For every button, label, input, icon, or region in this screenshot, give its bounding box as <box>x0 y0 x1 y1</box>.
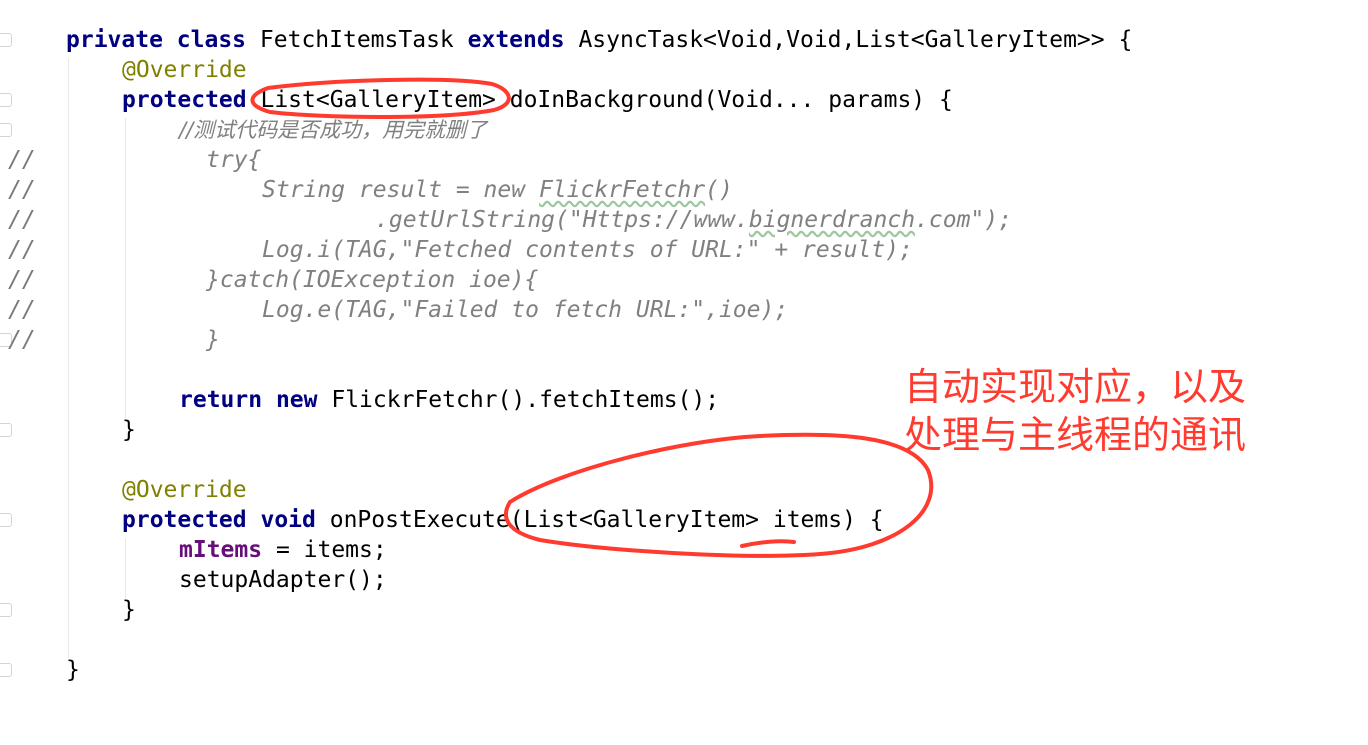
annotation: @Override <box>122 57 247 83</box>
commented-code: }catch(IOException ioe){ <box>206 267 539 293</box>
line-comment-marker: // <box>8 207 36 233</box>
annotation: @Override <box>122 477 247 503</box>
closing-brace: } <box>122 417 136 443</box>
keyword: return <box>179 387 263 413</box>
indent-guide <box>125 538 126 598</box>
code-text: setupAdapter(); <box>179 567 387 593</box>
commented-code: .com"); <box>915 207 1012 233</box>
commented-code: try{ <box>206 147 262 173</box>
code-line-16: @Override <box>0 475 247 505</box>
commented-code: () <box>705 177 733 203</box>
keyword: class <box>176 27 247 53</box>
commented-code: Log.i(TAG,"Fetched contents of URL:" + r… <box>262 237 913 263</box>
line-comment-marker: // <box>8 267 36 293</box>
code-line-4: //测试代码是否成功，用完就删了 <box>0 115 487 145</box>
line-comment-marker: // <box>8 237 36 263</box>
code-line-20: } <box>0 595 136 625</box>
keyword: extends <box>467 27 565 53</box>
closing-brace: } <box>122 597 136 623</box>
code-text: List<GalleryItem> doInBackground(Void...… <box>260 87 953 113</box>
indent-guide <box>125 118 126 418</box>
line-comment-marker: // <box>8 147 36 173</box>
code-line-11: // } <box>0 325 220 355</box>
class-name: FetchItemsTask <box>259 27 454 53</box>
comment: //测试代码是否成功，用完就删了 <box>179 118 488 142</box>
annotation-note-line-2: 处理与主线程的通讯 <box>904 413 1247 457</box>
keyword: protected <box>122 87 247 113</box>
commented-code: String result = new <box>262 177 539 203</box>
code-line-1: private class FetchItemsTask extends Asy… <box>0 25 1132 55</box>
code-line-14: } <box>0 415 136 445</box>
code-line-19: setupAdapter(); <box>0 565 387 595</box>
code-text: onPostExecute(List<GalleryItem> items) { <box>329 507 884 533</box>
code-line-18: mItems = items; <box>0 535 387 565</box>
code-line-13: return new FlickrFetchr().fetchItems(); <box>0 385 719 415</box>
code-line-8: // Log.i(TAG,"Fetched contents of URL:" … <box>0 235 913 265</box>
line-comment-marker: // <box>8 327 36 353</box>
keyword: new <box>275 387 318 413</box>
line-comment-marker: // <box>8 297 36 323</box>
code-line-3: protected List<GalleryItem> doInBackgrou… <box>0 85 953 115</box>
code-editor[interactable]: private class FetchItemsTask extends Asy… <box>0 0 1368 683</box>
code-text: FlickrFetchr().fetchItems(); <box>331 387 720 413</box>
code-text: AsyncTask<Void,Void,List<GalleryItem>> { <box>578 27 1133 53</box>
commented-code: Log.e(TAG,"Failed to fetch URL:",ioe); <box>262 297 789 323</box>
code-line-17: protected void onPostExecute(List<Galler… <box>0 505 884 535</box>
code-text: = items; <box>262 537 387 563</box>
commented-code: } <box>206 327 220 353</box>
field-name: mItems <box>179 537 263 563</box>
line-comment-marker: // <box>8 177 36 203</box>
keyword: private <box>66 27 163 53</box>
keyword: void <box>260 507 316 533</box>
commented-code: .getUrlString("Https://www. <box>375 207 749 233</box>
code-line-6: // String result = new FlickrFetchr() <box>0 175 733 205</box>
typo-highlight: FlickrFetchr <box>538 177 706 203</box>
code-line-10: // Log.e(TAG,"Failed to fetch URL:",ioe)… <box>0 295 788 325</box>
closing-brace: } <box>66 657 80 683</box>
code-line-22: } <box>0 655 80 685</box>
annotation-note-line-1: 自动实现对应，以及 <box>904 365 1247 409</box>
code-line-9: // }catch(IOException ioe){ <box>0 265 538 295</box>
code-line-7: // .getUrlString("Https://www.bignerdran… <box>0 205 1012 235</box>
keyword: protected <box>122 507 247 533</box>
code-line-2: @Override <box>0 55 247 85</box>
code-line-5: // try{ <box>0 145 261 175</box>
indent-guide <box>68 58 69 658</box>
typo-highlight: bignerdranch <box>748 207 916 233</box>
